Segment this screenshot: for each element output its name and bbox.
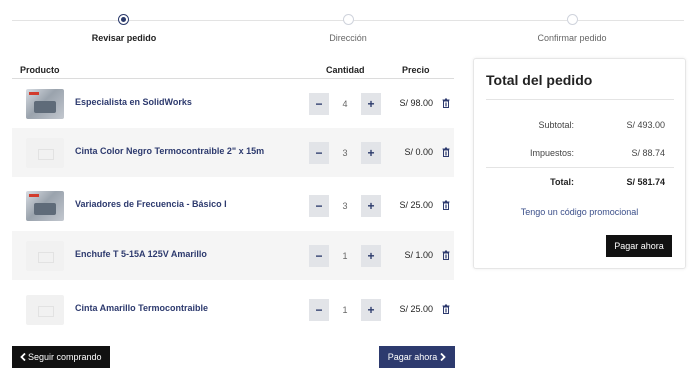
quantity-stepper: − + [309,245,381,267]
tax-value: S/ 88.74 [631,148,665,158]
column-header-quantity: Cantidad [326,65,365,75]
quantity-stepper: − + [309,195,381,217]
step-indicator-confirm [567,14,578,25]
subtotal-value: S/ 493.00 [626,120,665,130]
quantity-stepper: − + [309,93,381,115]
trash-icon[interactable] [442,250,450,260]
product-name[interactable]: Especialista en SolidWorks [75,97,192,107]
table-row: Cinta Amarillo Termocontraible − + S/ 25… [12,285,454,334]
trash-icon[interactable] [442,200,450,210]
product-thumbnail[interactable] [26,89,64,119]
product-thumbnail[interactable] [26,138,64,168]
checkout-stepper: Revisar pedido Dirección Confirmar pedid… [0,0,690,50]
trash-icon[interactable] [442,147,450,157]
quantity-input[interactable] [329,245,361,267]
order-summary-title: Total del pedido [486,72,593,88]
product-name[interactable]: Cinta Color Negro Termocontraible 2" x 1… [75,146,264,156]
chevron-left-icon [20,352,26,362]
product-thumbnail[interactable] [26,241,64,271]
total-value: S/ 581.74 [626,177,665,187]
column-header-price: Precio [402,65,430,75]
product-thumbnail[interactable] [26,191,64,221]
decrease-quantity-button[interactable]: − [309,142,329,164]
decrease-quantity-button[interactable]: − [309,195,329,217]
step-indicator-review [118,14,129,25]
quantity-input[interactable] [329,195,361,217]
trash-icon[interactable] [442,304,450,314]
trash-icon[interactable] [442,98,450,108]
table-row: Variadores de Frecuencia - Básico I − + … [12,181,454,230]
increase-quantity-button[interactable]: + [361,299,381,321]
increase-quantity-button[interactable]: + [361,93,381,115]
summary-divider [486,99,674,100]
summary-divider [486,167,674,168]
product-price: S/ 0.00 [404,147,433,157]
product-price: S/ 98.00 [399,98,433,108]
quantity-stepper: − + [309,142,381,164]
stepper-line [12,20,118,21]
increase-quantity-button[interactable]: + [361,195,381,217]
product-thumbnail[interactable] [26,295,64,325]
increase-quantity-button[interactable]: + [361,245,381,267]
table-row: Especialista en SolidWorks − + S/ 98.00 [12,79,454,128]
subtotal-label: Subtotal: [538,120,574,130]
summary-pay-now-button[interactable]: Pagar ahora [606,235,672,257]
stepper-line [354,20,567,21]
product-price: S/ 25.00 [399,304,433,314]
table-row: Cinta Color Negro Termocontraible 2" x 1… [12,128,454,177]
pay-now-label: Pagar ahora [387,352,438,362]
order-summary-card: Total del pedido Subtotal: S/ 493.00 Imp… [473,58,686,269]
step-label-review: Revisar pedido [91,33,157,43]
product-name[interactable]: Variadores de Frecuencia - Básico I [75,199,227,209]
table-row: Enchufe T 5-15A 125V Amarillo − + S/ 1.0… [12,231,454,280]
continue-shopping-button[interactable]: Seguir comprando [12,346,110,368]
decrease-quantity-button[interactable]: − [309,245,329,267]
stepper-line [129,20,344,21]
decrease-quantity-button[interactable]: − [309,93,329,115]
quantity-input[interactable] [329,93,361,115]
product-name[interactable]: Cinta Amarillo Termocontraible [75,303,208,313]
product-price: S/ 25.00 [399,200,433,210]
increase-quantity-button[interactable]: + [361,142,381,164]
pay-now-button[interactable]: Pagar ahora [379,346,455,368]
chevron-right-icon [440,352,447,362]
step-label-confirm: Confirmar pedido [537,33,607,43]
step-indicator-address [343,14,354,25]
column-header-product: Producto [20,65,60,75]
stepper-line [578,20,684,21]
decrease-quantity-button[interactable]: − [309,299,329,321]
quantity-input[interactable] [329,299,361,321]
quantity-input[interactable] [329,142,361,164]
continue-shopping-label: Seguir comprando [28,352,102,362]
step-label-address: Dirección [329,33,367,43]
total-label: Total: [550,177,574,187]
product-price: S/ 1.00 [404,250,433,260]
tax-label: Impuestos: [529,148,574,158]
quantity-stepper: − + [309,299,381,321]
promo-code-link[interactable]: Tengo un código promocional [474,207,685,217]
product-name[interactable]: Enchufe T 5-15A 125V Amarillo [75,249,207,259]
